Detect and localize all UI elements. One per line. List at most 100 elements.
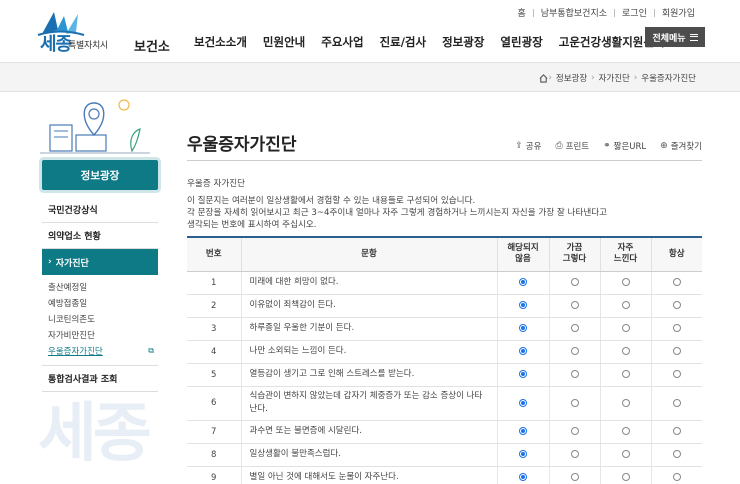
answer-radio[interactable] — [672, 450, 681, 458]
nav-civil[interactable]: 민원안내 — [255, 34, 313, 50]
question-text: 이유없이 죄책감이 든다. — [240, 294, 497, 318]
answer-radio[interactable] — [672, 301, 681, 309]
answer-radio[interactable] — [519, 398, 527, 407]
submenu-label: 니코틴의존도 — [48, 315, 95, 325]
answer-radio[interactable] — [519, 427, 527, 435]
question-text: 미래에 대한 희망이 없다. — [240, 271, 497, 295]
submenu-label: 자가비만진단 — [48, 331, 95, 341]
all-menu-button[interactable]: 전체메뉴 — [645, 27, 705, 47]
answer-radio[interactable] — [672, 427, 681, 435]
share-button[interactable]: ⇪ 공유 — [515, 140, 541, 152]
sidebar-submenu: 출산예정일 예방접종일 니코틴의존도 자가비만진단 우울증자가진단 ⧉ — [42, 275, 158, 366]
answer-radio[interactable] — [570, 301, 579, 309]
option-cell — [548, 271, 600, 295]
answer-radio[interactable] — [672, 473, 681, 481]
site-logo[interactable]: 세종 특별자치시 보건소 — [34, 8, 194, 55]
print-button[interactable]: ⎙ 프린트 — [555, 140, 589, 152]
option-cell — [548, 294, 600, 318]
option-cell — [599, 466, 651, 484]
table-header-row: 번호 문항 해당되지 않음 가끔 그렇다 자주 느낀다 항상 — [187, 237, 702, 272]
submenu-item-obesity[interactable]: 자가비만진단 — [48, 327, 158, 343]
util-join-link[interactable]: 회원가입 — [655, 6, 702, 19]
nav-info[interactable]: 정보광장 — [434, 34, 492, 50]
answer-radio[interactable] — [621, 347, 630, 355]
bookmark-icon: ⊕ — [660, 141, 668, 151]
option-cell — [496, 271, 549, 295]
answer-radio[interactable] — [519, 450, 527, 458]
sidebar-item-pharmacy[interactable]: 의약업소 현황 — [42, 223, 158, 249]
sidebar-item-self-diagnosis[interactable]: › 자가진단 — [42, 249, 158, 275]
answer-radio[interactable] — [519, 278, 527, 286]
answer-radio[interactable] — [621, 370, 630, 378]
nav-projects[interactable]: 주요사업 — [313, 34, 371, 50]
question-text: 식습관이 변하지 않았는데 갑자기 체중증가 또는 감소 증상이 나타난다. — [240, 386, 497, 421]
util-branch-link[interactable]: 남부통합보건지소 — [534, 6, 614, 19]
answer-radio[interactable] — [621, 427, 630, 435]
option-cell — [650, 294, 702, 318]
option-cell — [496, 294, 549, 318]
sidebar-item-label: 자가진단 — [55, 258, 89, 269]
location-bar: › 정보광장 › 자가진단 › 우울증자가진단 — [0, 62, 740, 92]
answer-radio[interactable] — [519, 301, 527, 309]
answer-radio[interactable] — [570, 450, 579, 458]
description-heading: 우울증 자가진단 — [187, 179, 246, 189]
answer-radio[interactable] — [570, 278, 579, 286]
row-number: 1 — [187, 271, 241, 295]
breadcrumb-item-current: 우울증자가진단 — [641, 74, 696, 84]
option-cell — [496, 466, 549, 484]
sidebar-item-health-info[interactable]: 국민건강상식 — [42, 197, 158, 223]
row-number: 8 — [187, 443, 241, 467]
answer-radio[interactable] — [570, 324, 579, 332]
page-tools: ⇪ 공유 ⎙ 프린트 ⚭ 짧은URL ⊕ 즐겨찾기 — [515, 140, 702, 152]
short-url-button[interactable]: ⚭ 짧은URL — [603, 140, 646, 152]
answer-radio[interactable] — [570, 398, 579, 407]
answer-radio[interactable] — [519, 324, 527, 332]
nav-about[interactable]: 보건소소개 — [186, 34, 255, 50]
answer-radio[interactable] — [672, 370, 681, 378]
submenu-label: 우울증자가진단 — [48, 347, 103, 357]
util-home-link[interactable]: 홈 — [511, 6, 533, 19]
answer-radio[interactable] — [621, 324, 630, 332]
submenu-item-due-date[interactable]: 출산예정일 — [48, 279, 158, 295]
answer-radio[interactable] — [519, 347, 527, 355]
bookmark-button[interactable]: ⊕ 즐겨찾기 — [660, 140, 702, 152]
option-cell — [548, 466, 600, 484]
nav-open[interactable]: 열린광장 — [492, 34, 550, 50]
submenu-item-vaccination[interactable]: 예방접종일 — [48, 295, 158, 311]
answer-radio[interactable] — [621, 278, 630, 286]
nav-clinic[interactable]: 진료/검사 — [372, 34, 435, 50]
submenu-item-nicotine[interactable]: 니코틴의존도 — [48, 311, 158, 327]
row-number: 9 — [187, 466, 241, 484]
answer-radio[interactable] — [519, 473, 527, 481]
option-cell — [548, 386, 600, 421]
answer-radio[interactable] — [672, 347, 681, 355]
answer-radio[interactable] — [621, 450, 630, 458]
breadcrumb-item[interactable]: 정보광장 — [552, 72, 591, 84]
answer-radio[interactable] — [519, 370, 527, 378]
home-icon[interactable] — [539, 73, 548, 83]
answer-radio[interactable] — [672, 278, 681, 286]
question-text: 하루종일 우울한 기분이 든다. — [240, 317, 497, 341]
row-number: 3 — [187, 317, 241, 341]
answer-radio[interactable] — [621, 473, 630, 481]
submenu-item-depression[interactable]: 우울증자가진단 ⧉ — [48, 343, 158, 359]
table-row: 8 일상생활이 불만족스럽다. — [187, 443, 702, 467]
logo-org-text: 보건소 — [134, 40, 170, 55]
tool-label: 짧은URL — [613, 142, 647, 152]
breadcrumb-item[interactable]: 자가진단 — [595, 72, 634, 84]
util-login-link[interactable]: 로그인 — [615, 6, 654, 19]
answer-radio[interactable] — [621, 398, 630, 407]
watermark-text: 세종 — [38, 397, 152, 471]
answer-radio[interactable] — [570, 427, 579, 435]
answer-radio[interactable] — [570, 473, 579, 481]
answer-radio[interactable] — [570, 370, 579, 378]
main-nav: 보건소소개 민원안내 주요사업 진료/검사 정보광장 열린광장 고운건강생활지원… — [186, 34, 673, 50]
answer-radio[interactable] — [570, 347, 579, 355]
divider — [187, 160, 702, 161]
answer-radio[interactable] — [621, 301, 630, 309]
answer-radio[interactable] — [672, 398, 681, 407]
answer-radio[interactable] — [672, 324, 681, 332]
description-line: 각 문장을 자세히 읽어보시고 최근 3~4주이내 얼마나 자주 그렇게 경험하… — [187, 208, 608, 218]
logo-sejong-text: 세종 — [40, 34, 72, 55]
option-cell — [496, 363, 549, 387]
